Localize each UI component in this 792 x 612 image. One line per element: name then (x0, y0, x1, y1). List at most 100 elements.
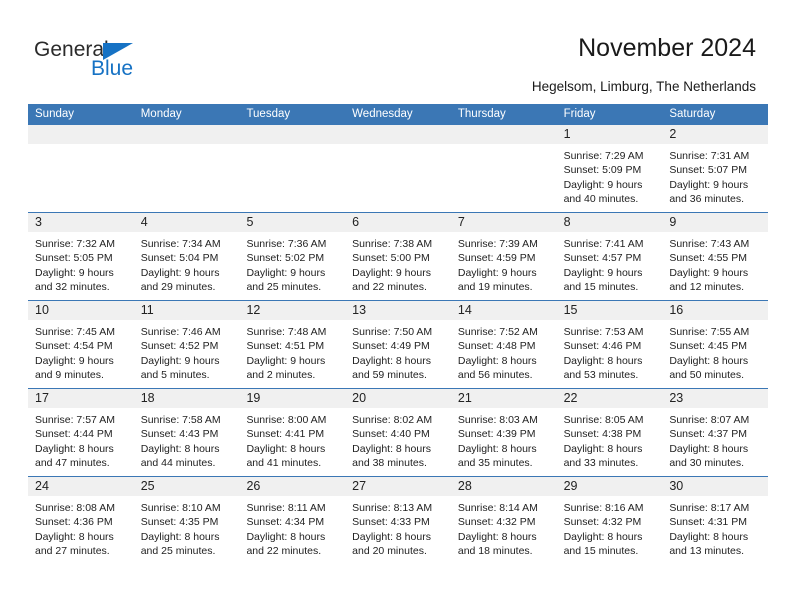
sunset-text: Sunset: 4:59 PM (457, 252, 536, 265)
daylight-text-line2: and 47 minutes. (35, 457, 110, 470)
day-details: Sunrise: 8:05 AM Sunset: 4:38 PM Daylight:… (557, 408, 663, 471)
calendar-grid: Sunday Monday Tuesday Wednesday Thursday Frid… (28, 104, 769, 564)
calendar-day-cell[interactable]: 4 Sunrise: 7:34 AM Sunset: 5:04 PM Daylight… (133, 213, 240, 300)
calendar-day-cell[interactable]: 1 Sunrise: 7:29 AM Sunset: 5:09 PM Daylight… (556, 125, 663, 212)
calendar-day-cell[interactable]: 25 Sunrise: 8:10 AM Sunset: 4:35 PM Dayligh… (133, 477, 240, 564)
day-number: 29 (563, 479, 578, 493)
day-details: Sunrise: 7:45 AM Sunset: 4:54 PM Daylight:… (28, 320, 134, 383)
calendar-day-cell[interactable]: 29 Sunrise: 8:16 AM Sunset: 4:32 PM Dayligh… (556, 477, 663, 564)
daylight-text-line2: and 30 minutes. (669, 457, 745, 470)
sunset-text: Sunset: 4:34 PM (246, 516, 325, 529)
calendar-day-cell[interactable]: 14 Sunrise: 7:52 AM Sunset: 4:48 PM Dayligh… (450, 301, 557, 388)
calendar-day-cell[interactable]: 3 Sunrise: 7:32 AM Sunset: 5:05 PM Daylight… (28, 213, 134, 300)
calendar-day-cell[interactable]: 7 Sunrise: 7:39 AM Sunset: 4:59 PM Daylight… (450, 213, 557, 300)
day-number-band: 5 (239, 213, 346, 232)
sunrise-text: Sunrise: 7:43 AM (669, 238, 750, 250)
calendar-day-cell[interactable]: 6 Sunrise: 7:38 AM Sunset: 5:00 PM Daylight… (345, 213, 451, 300)
calendar-day-cell[interactable]: 11 Sunrise: 7:46 AM Sunset: 4:52 PM Dayligh… (133, 301, 240, 388)
calendar-day-cell-empty (28, 125, 134, 212)
daylight-text-line2: and 12 minutes. (669, 281, 745, 294)
calendar-day-cell[interactable]: 13 Sunrise: 7:50 AM Sunset: 4:49 PM Dayligh… (345, 301, 451, 388)
calendar-day-cell[interactable]: 12 Sunrise: 7:48 AM Sunset: 4:51 PM Dayligh… (239, 301, 346, 388)
sunrise-text: Sunrise: 8:02 AM (352, 414, 433, 426)
daylight-text-line1: Daylight: 9 hours (457, 266, 537, 279)
day-number: 8 (563, 215, 571, 229)
calendar-day-cell[interactable]: 19 Sunrise: 8:00 AM Sunset: 4:41 PM Dayligh… (239, 389, 346, 476)
day-number-band (450, 125, 557, 144)
daylight-text-line2: and 35 minutes. (457, 457, 533, 470)
day-number: 15 (563, 303, 578, 317)
daylight-text-line1: Daylight: 8 hours (35, 442, 114, 455)
brand-logo[interactable]: General Blue (34, 38, 194, 86)
calendar-day-cell[interactable]: 17 Sunrise: 7:57 AM Sunset: 4:44 PM Dayligh… (28, 389, 134, 476)
sunset-text: Sunset: 4:44 PM (35, 428, 113, 441)
calendar-day-cell[interactable]: 15 Sunrise: 7:53 AM Sunset: 4:46 PM Dayligh… (556, 301, 663, 388)
day-number: 6 (352, 215, 360, 229)
calendar-week-row: 1 Sunrise: 7:29 AM Sunset: 5:09 PM Daylight… (28, 125, 769, 212)
calendar-week-cells: 17 Sunrise: 7:57 AM Sunset: 4:44 PM Dayligh… (28, 389, 769, 476)
day-number: 28 (457, 479, 472, 493)
calendar-day-cell[interactable]: 2 Sunrise: 7:31 AM Sunset: 5:07 PM Daylight… (662, 125, 769, 212)
day-details (345, 144, 451, 149)
sunrise-text: Sunrise: 8:17 AM (669, 502, 750, 514)
calendar-day-cell-empty (239, 125, 346, 212)
sunrise-text: Sunrise: 7:29 AM (563, 150, 644, 162)
day-number-band: 10 (28, 301, 134, 320)
day-details: Sunrise: 7:46 AM Sunset: 4:52 PM Daylight:… (134, 320, 240, 383)
calendar-day-cell[interactable]: 27 Sunrise: 8:13 AM Sunset: 4:33 PM Dayligh… (345, 477, 451, 564)
calendar-week-cells: 24 Sunrise: 8:08 AM Sunset: 4:36 PM Dayligh… (28, 477, 769, 564)
calendar-day-cell[interactable]: 16 Sunrise: 7:55 AM Sunset: 4:45 PM Dayligh… (662, 301, 769, 388)
sunrise-text: Sunrise: 7:46 AM (140, 326, 221, 338)
page-subtitle: Hegelsom, Limburg, The Netherlands (531, 79, 756, 94)
calendar-day-cell[interactable]: 18 Sunrise: 7:58 AM Sunset: 4:43 PM Dayligh… (133, 389, 240, 476)
daylight-text-line1: Daylight: 8 hours (563, 442, 643, 455)
calendar-day-cell[interactable]: 9 Sunrise: 7:43 AM Sunset: 4:55 PM Daylight… (662, 213, 769, 300)
weekday-header-wednesday: Wednesday (352, 108, 413, 120)
sunset-text: Sunset: 4:32 PM (563, 516, 642, 529)
calendar-day-cell[interactable]: 24 Sunrise: 8:08 AM Sunset: 4:36 PM Dayligh… (28, 477, 134, 564)
calendar-day-cell[interactable]: 5 Sunrise: 7:36 AM Sunset: 5:02 PM Daylight… (239, 213, 346, 300)
calendar-day-cell[interactable]: 8 Sunrise: 7:41 AM Sunset: 4:57 PM Daylight… (556, 213, 663, 300)
sunset-text: Sunset: 4:52 PM (140, 340, 219, 353)
daylight-text-line1: Daylight: 9 hours (563, 266, 643, 279)
daylight-text-line1: Daylight: 9 hours (35, 266, 114, 279)
sunset-text: Sunset: 4:55 PM (669, 252, 747, 265)
sunrise-text: Sunrise: 7:55 AM (669, 326, 750, 338)
day-details: Sunrise: 7:48 AM Sunset: 4:51 PM Daylight:… (239, 320, 345, 383)
daylight-text-line2: and 29 minutes. (140, 281, 216, 294)
day-number: 23 (669, 391, 684, 405)
day-details: Sunrise: 7:31 AM Sunset: 5:07 PM Daylight:… (662, 144, 768, 207)
day-number-band: 8 (556, 213, 663, 232)
day-details: Sunrise: 7:32 AM Sunset: 5:05 PM Daylight:… (28, 232, 134, 295)
calendar-day-cell[interactable]: 30 Sunrise: 8:17 AM Sunset: 4:31 PM Dayligh… (662, 477, 769, 564)
sunrise-text: Sunrise: 7:57 AM (35, 414, 115, 426)
sunrise-text: Sunrise: 8:00 AM (246, 414, 327, 426)
day-number-band: 14 (450, 301, 557, 320)
day-details: Sunrise: 7:58 AM Sunset: 4:43 PM Daylight:… (134, 408, 240, 471)
calendar-day-cell[interactable]: 20 Sunrise: 8:02 AM Sunset: 4:40 PM Dayligh… (345, 389, 451, 476)
sunset-text: Sunset: 5:02 PM (246, 252, 325, 265)
day-number-band (133, 125, 240, 144)
sunrise-text: Sunrise: 7:39 AM (457, 238, 538, 250)
calendar-day-cell[interactable]: 10 Sunrise: 7:45 AM Sunset: 4:54 PM Dayligh… (28, 301, 134, 388)
sunrise-text: Sunrise: 8:10 AM (140, 502, 221, 514)
calendar-day-cell[interactable]: 23 Sunrise: 8:07 AM Sunset: 4:37 PM Dayligh… (662, 389, 769, 476)
calendar-day-cell[interactable]: 26 Sunrise: 8:11 AM Sunset: 4:34 PM Dayligh… (239, 477, 346, 564)
calendar-day-cell[interactable]: 22 Sunrise: 8:05 AM Sunset: 4:38 PM Dayligh… (556, 389, 663, 476)
daylight-text-line2: and 36 minutes. (669, 193, 745, 206)
sunrise-text: Sunrise: 8:05 AM (563, 414, 644, 426)
daylight-text-line2: and 38 minutes. (352, 457, 427, 470)
day-number-band: 28 (450, 477, 557, 496)
sunset-text: Sunset: 4:48 PM (457, 340, 536, 353)
day-number: 5 (246, 215, 254, 229)
sunrise-text: Sunrise: 7:32 AM (35, 238, 115, 250)
day-details (451, 144, 557, 149)
calendar-day-cell[interactable]: 21 Sunrise: 8:03 AM Sunset: 4:39 PM Dayligh… (450, 389, 557, 476)
calendar-week-cells: 10 Sunrise: 7:45 AM Sunset: 4:54 PM Dayligh… (28, 301, 769, 388)
day-details (134, 144, 240, 149)
day-number-band: 12 (239, 301, 346, 320)
calendar-day-cell[interactable]: 28 Sunrise: 8:14 AM Sunset: 4:32 PM Dayligh… (450, 477, 557, 564)
daylight-text-line1: Daylight: 8 hours (457, 442, 537, 455)
day-number-band: 6 (345, 213, 451, 232)
daylight-text-line2: and 15 minutes. (563, 281, 639, 294)
